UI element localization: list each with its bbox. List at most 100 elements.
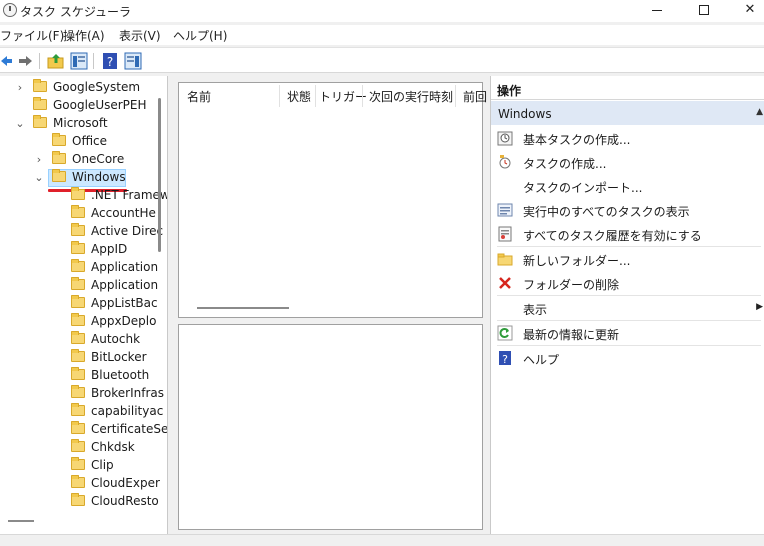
folder-icon [71, 349, 85, 362]
task-history-icon [497, 226, 513, 242]
actions-section-windows[interactable]: Windows ▲ [491, 101, 764, 125]
column-separator[interactable] [455, 85, 456, 107]
expand-chevron-icon[interactable]: › [34, 153, 44, 166]
tree-horizontal-scrollbar[interactable] [8, 520, 34, 522]
tree-item-googlesystem[interactable]: › GoogleSystem [0, 79, 150, 97]
close-button[interactable]: ✕ [727, 0, 764, 20]
tree-item-activedirectory[interactable]: Active Direc [0, 223, 163, 241]
tree-item-label: Microsoft [53, 116, 108, 130]
tree-item-application-2[interactable]: Application [0, 277, 158, 295]
action-label: 実行中のすべてのタスクの表示 [523, 205, 690, 219]
column-header-name[interactable]: 名前 [187, 83, 211, 105]
folder-icon [71, 187, 85, 200]
tree-item-clip[interactable]: Clip [0, 457, 155, 475]
tree-item-chkdsk[interactable]: Chkdsk [0, 439, 155, 457]
console-tree[interactable]: › GoogleSystem GoogleUserPEH ⌄ Microsoft… [0, 76, 168, 534]
folder-icon [71, 331, 85, 344]
folder-icon [71, 241, 85, 254]
menu-action[interactable]: 操作(A) [63, 27, 105, 44]
column-separator[interactable] [362, 85, 363, 107]
action-import-task[interactable]: タスクのインポート... [491, 174, 764, 198]
tree-item-cloudrestore[interactable]: CloudResto [0, 493, 159, 511]
tree-item-windows[interactable]: ⌄ Windows [0, 169, 150, 187]
up-folder-button[interactable] [47, 52, 65, 70]
tree-item-certificateservices[interactable]: CertificateSe [0, 421, 167, 439]
tree-item-label: AppxDeplo [91, 314, 157, 328]
tree-item-applistbackup[interactable]: AppListBac [0, 295, 158, 313]
tree-item-label: GoogleUserPEH [53, 98, 147, 112]
tree-item-accounthealth[interactable]: AccountHe [0, 205, 156, 223]
minimize-button[interactable] [635, 0, 681, 20]
collapse-triangle-icon[interactable]: ▲ [756, 107, 763, 117]
menu-help[interactable]: ヘルプ(H) [173, 27, 227, 44]
maximize-button[interactable] [681, 0, 727, 20]
forward-button[interactable] [16, 52, 34, 70]
submenu-arrow-icon: ▶ [756, 302, 763, 312]
action-new-folder[interactable]: 新しいフォルダー... [491, 247, 764, 271]
column-header-status[interactable]: 状態 [287, 83, 311, 105]
help-button[interactable]: ? [101, 52, 119, 70]
title-bar: タスク スケジューラ ✕ [0, 0, 764, 22]
tree-item-label: Windows [72, 170, 126, 184]
folder-icon [71, 295, 85, 308]
tree-item-microsoft[interactable]: ⌄ Microsoft [0, 115, 150, 133]
toolbar-separator [39, 53, 40, 69]
collapse-chevron-icon[interactable]: ⌄ [15, 117, 25, 130]
action-display-running-tasks[interactable]: 実行中のすべてのタスクの表示 [491, 198, 764, 222]
tree-item-label: CloudResto [91, 494, 159, 508]
create-task-icon [497, 154, 513, 170]
folder-icon [71, 385, 85, 398]
menu-bar: ファイル(F) 操作(A) 表示(V) ヘルプ(H) [0, 25, 764, 45]
column-separator[interactable] [279, 85, 280, 107]
tree-item-application-1[interactable]: Application [0, 259, 158, 277]
folder-icon [71, 259, 85, 272]
actions-pane: 操作 Windows ▲ 基本タスクの作成... タスクの作成... タスクのイ… [490, 76, 764, 534]
close-icon: ✕ [744, 2, 756, 17]
column-separator[interactable] [315, 85, 316, 107]
window-title: タスク スケジューラ [20, 5, 131, 19]
column-header-next-run[interactable]: 次回の実行時刻 [369, 83, 453, 105]
column-header-trigger[interactable]: トリガー [319, 83, 367, 105]
tree-item-label: BrokerInfras [91, 386, 164, 400]
task-list[interactable]: 名前 状態 トリガー 次回の実行時刻 前回 [178, 82, 487, 318]
action-create-task[interactable]: タスクの作成... [491, 150, 764, 174]
tree-item-appid[interactable]: AppID [0, 241, 155, 259]
expand-chevron-icon[interactable]: › [15, 81, 25, 94]
menu-view[interactable]: 表示(V) [119, 27, 161, 44]
action-label: すべてのタスク履歴を有効にする [523, 229, 702, 243]
console-tree-button[interactable] [70, 52, 88, 70]
task-list-horizontal-scrollbar[interactable] [197, 307, 289, 309]
tree-item-bluetooth[interactable]: Bluetooth [0, 367, 155, 385]
tree-item-label: CloudExper [91, 476, 160, 490]
tree-item-capabilityaccess[interactable]: capabilityac [0, 403, 163, 421]
action-refresh[interactable]: 最新の情報に更新 [491, 321, 764, 345]
action-enable-task-history[interactable]: すべてのタスク履歴を有効にする [491, 222, 764, 246]
action-delete-folder[interactable]: フォルダーの削除 [491, 271, 764, 295]
tree-item-label: OneCore [72, 152, 125, 166]
tree-item-netframework[interactable]: .NET Framew [0, 187, 167, 205]
action-help[interactable]: ? ヘルプ [491, 346, 764, 370]
column-header-last-run[interactable]: 前回 [463, 83, 487, 105]
task-pane: 名前 状態 トリガー 次回の実行時刻 前回 [171, 76, 487, 534]
folder-icon [71, 205, 85, 218]
tree-item-label: Bluetooth [91, 368, 150, 382]
tree-item-label: AppListBac [91, 296, 158, 310]
collapse-chevron-icon[interactable]: ⌄ [34, 171, 44, 184]
tree-item-googleuserpeh[interactable]: GoogleUserPEH [0, 97, 150, 115]
action-label: タスクのインポート... [523, 181, 643, 195]
tree-item-cloudexperience[interactable]: CloudExper [0, 475, 160, 493]
help-icon: ? [497, 350, 513, 366]
tree-item-brokerinfrastructure[interactable]: BrokerInfras [0, 385, 164, 403]
tree-item-appxdeployment[interactable]: AppxDeplo [0, 313, 157, 331]
action-pane-button[interactable] [124, 52, 142, 70]
tree-vertical-scrollbar[interactable] [158, 98, 161, 252]
action-create-basic-task[interactable]: 基本タスクの作成... [491, 126, 764, 150]
tree-item-autochk[interactable]: Autochk [0, 331, 155, 349]
tree-item-office[interactable]: Office [0, 133, 150, 151]
action-label: 新しいフォルダー... [523, 254, 631, 268]
action-view[interactable]: 表示 ▶ [491, 296, 764, 320]
tree-item-onecore[interactable]: › OneCore [0, 151, 150, 169]
tree-item-bitlocker[interactable]: BitLocker [0, 349, 155, 367]
svg-text:?: ? [502, 353, 508, 366]
menu-file[interactable]: ファイル(F) [0, 27, 64, 44]
